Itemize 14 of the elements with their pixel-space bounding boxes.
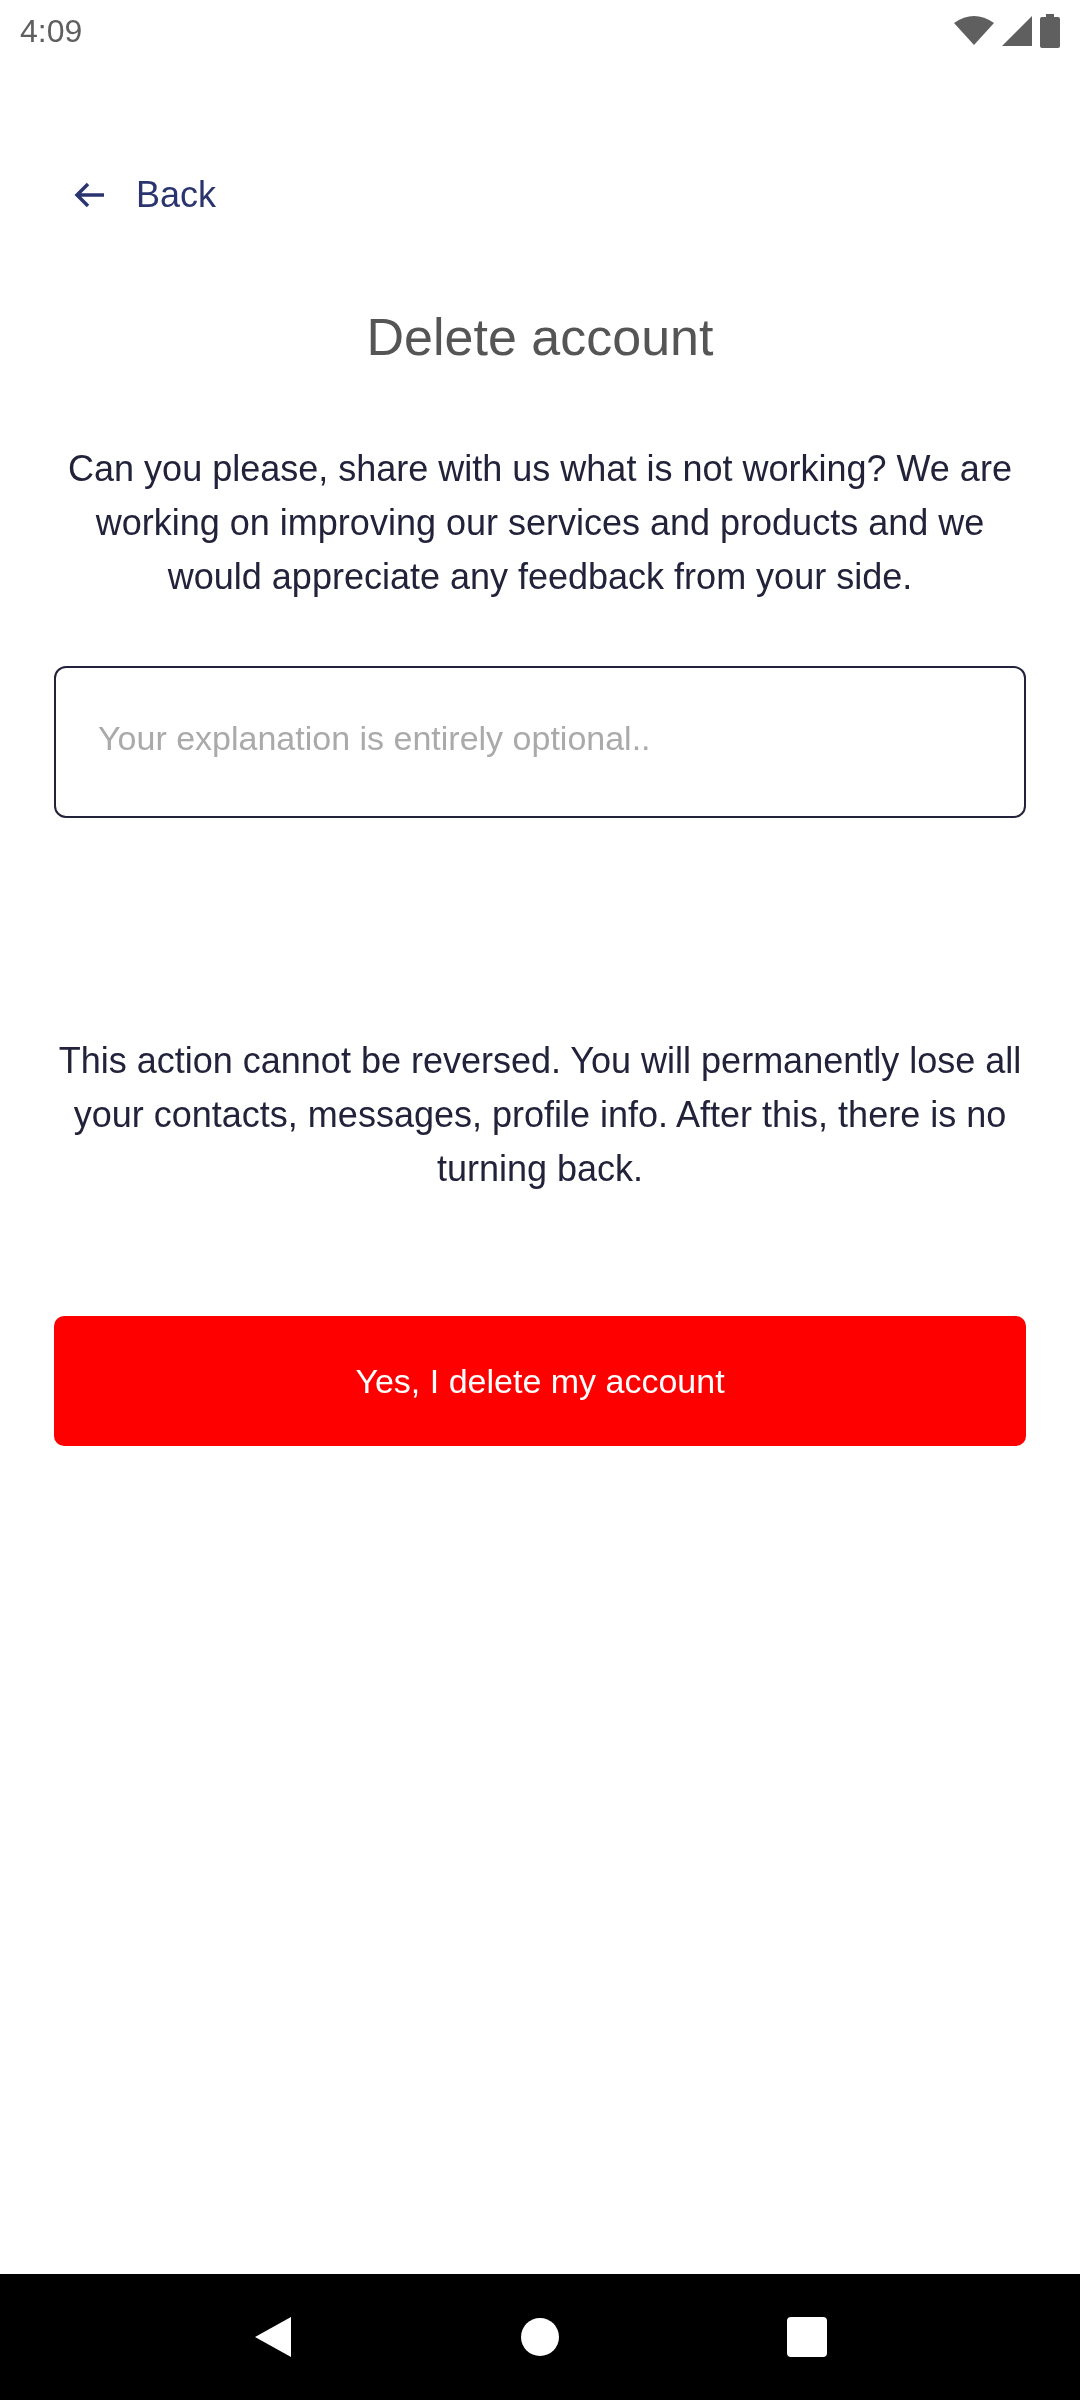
- warning-text: This action cannot be reversed. You will permanently lose all your contacts, messages, profile info. After this, there is no turning back.: [57, 1039, 1023, 1191]
- page-title: Delete account: [366, 307, 714, 368]
- signal-icon: [1002, 16, 1032, 46]
- battery-icon: [1040, 14, 1060, 48]
- status-time: 4:09: [20, 12, 83, 51]
- delete-account-button[interactable]: Yes, I delete my account: [54, 1316, 1026, 1446]
- recents-nav-icon[interactable]: [786, 2317, 827, 2357]
- feedback-field[interactable]: Your explanation is entirely optional..: [54, 666, 1026, 818]
- wifi-icon: [954, 15, 994, 47]
- intro-text: Can you please, share with us what is not working? We are working on improving our services and products and we would appreciate any feedback from your side.: [67, 447, 1013, 599]
- home-nav-icon[interactable]: [520, 2317, 560, 2357]
- back-arrow-icon: [74, 181, 106, 209]
- back-nav-icon[interactable]: [253, 2315, 294, 2359]
- back-button[interactable]: Back: [54, 160, 237, 230]
